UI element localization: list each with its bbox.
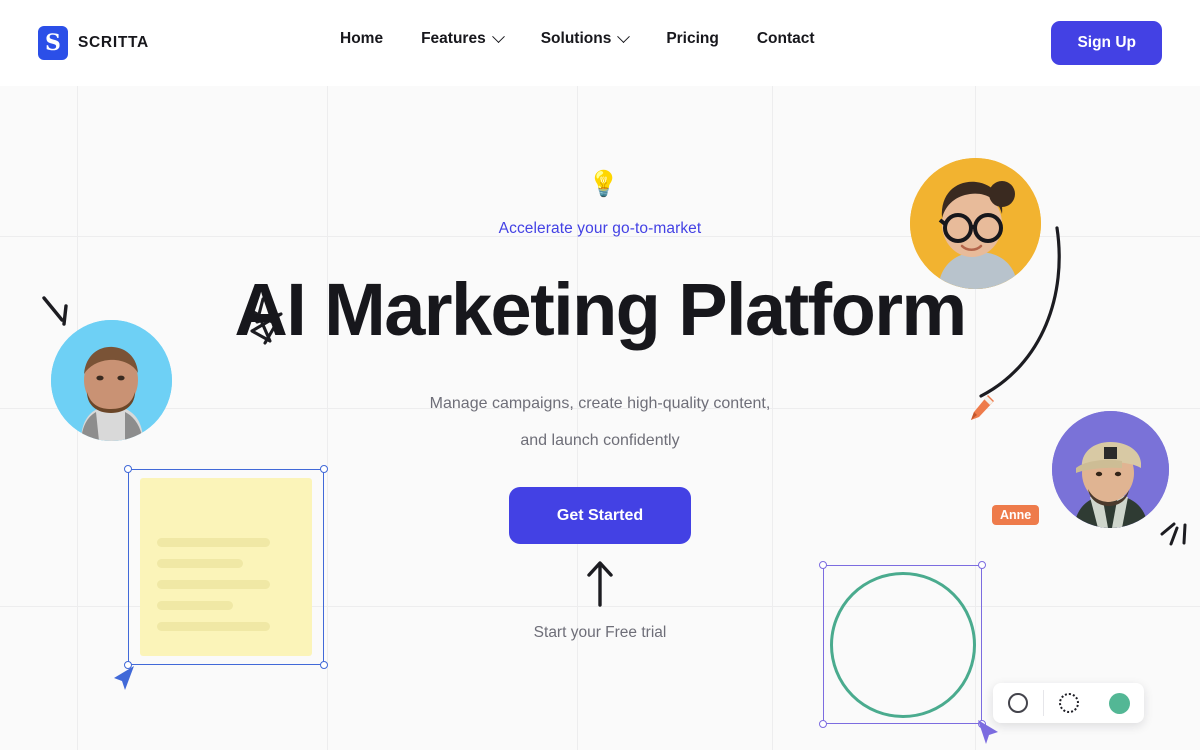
brand-logo[interactable]: S SCRITTA (38, 26, 149, 60)
chevron-down-icon (491, 29, 505, 43)
headline-part-1: AI (234, 268, 325, 351)
sign-up-button[interactable]: Sign Up (1051, 21, 1162, 65)
resize-handle-top-left[interactable] (819, 561, 827, 569)
headline-part-2: Platform (659, 268, 967, 351)
circle-outline-icon (1008, 693, 1028, 713)
lightbulb-icon: 💡 (588, 170, 620, 198)
resize-handle-top-right[interactable] (320, 465, 328, 473)
get-started-button[interactable]: Get Started (509, 487, 691, 544)
resize-handle-top-right[interactable] (978, 561, 986, 569)
nav-item-features[interactable]: Features (402, 29, 522, 48)
hero-subtitle: Manage campaigns, create high-quality co… (0, 385, 1200, 459)
scritta-logo-icon: S (38, 26, 68, 60)
circle-dashed-icon (1059, 693, 1079, 713)
brand-name: SCRITTA (78, 34, 149, 51)
hero-subtitle-line-2: and launch confidently (520, 432, 680, 449)
stroke-solid-option[interactable] (993, 683, 1043, 723)
hero-eyebrow: Accelerate your go-to-market (498, 220, 702, 237)
shape-selection-box[interactable] (819, 561, 986, 728)
page-title: AI Marketing Platform (0, 268, 1200, 362)
headline-highlighted-word: Marketing (321, 268, 663, 362)
circle-filled-icon (1108, 692, 1130, 714)
resize-handle-top-left[interactable] (124, 465, 132, 473)
resize-handle-bottom-right[interactable] (320, 661, 328, 669)
note-selection-box[interactable] (124, 465, 328, 669)
hero-subtitle-line-1: Manage campaigns, create high-quality co… (429, 395, 771, 412)
nav-item-solutions[interactable]: Solutions (522, 29, 648, 48)
cursor-pencil-anne-icon (971, 395, 994, 420)
up-arrow-icon (587, 561, 613, 607)
stroke-dashed-option[interactable] (1044, 683, 1094, 723)
nav-label-home: Home (340, 30, 384, 47)
burst-doodle-icon (1160, 522, 1187, 546)
shape-style-toolbar (993, 683, 1144, 723)
fill-green-option[interactable] (1094, 683, 1144, 723)
resize-handle-bottom-left[interactable] (819, 720, 827, 728)
nav-item-contact[interactable]: Contact (738, 30, 834, 48)
site-header: S SCRITTA Home Features Solutions Pricin… (0, 0, 1200, 86)
nav-label-pricing: Pricing (666, 30, 719, 47)
nav-item-home[interactable]: Home (340, 30, 402, 48)
cursor-label-anne: Anne (992, 505, 1040, 525)
nav-label-solutions: Solutions (540, 30, 612, 47)
nav-label-contact: Contact (756, 30, 815, 47)
main-navigation: Home Features Solutions Pricing Contact (340, 29, 834, 48)
nav-item-pricing[interactable]: Pricing (647, 30, 738, 48)
page-root: S SCRITTA Home Features Solutions Pricin… (0, 0, 1200, 750)
hero-canvas: 💡 Accelerate your go-to-market AI Market… (0, 86, 1200, 750)
cursor-arrow-harold-icon (114, 666, 134, 690)
nav-label-features: Features (421, 30, 486, 47)
chevron-down-icon (617, 29, 631, 43)
